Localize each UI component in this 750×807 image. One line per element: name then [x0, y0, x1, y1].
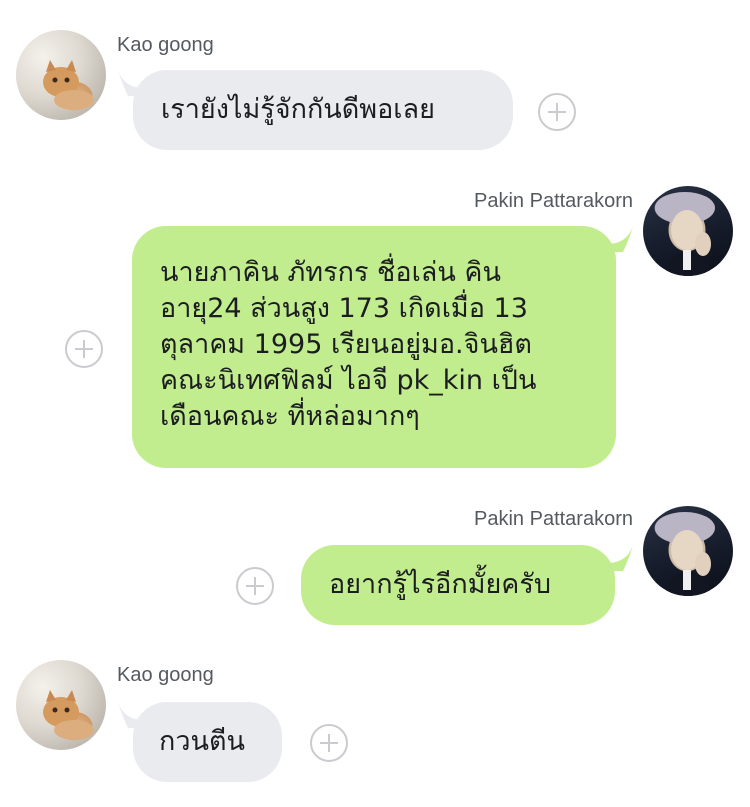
message-text: คณะนิเทศฟิลม์ ไอจี pk_kin เป็น	[160, 365, 537, 396]
message-bubble[interactable]: เรายังไม่รู้จักกันดีพอเลย	[133, 70, 513, 150]
avatar[interactable]	[16, 30, 106, 120]
message-bubble[interactable]: กวนตีน	[133, 702, 282, 782]
person-photo-icon	[655, 512, 715, 596]
message-text: เดือนคณะ ที่หล่อมากๆ	[160, 401, 420, 432]
person-photo-icon	[655, 192, 715, 276]
message-bubble[interactable]: นายภาคิน ภัทรกร ชื่อเล่น คิน อายุ24 ส่วน…	[132, 226, 616, 468]
message-text: เรายังไม่รู้จักกันดีพอเลย	[161, 94, 435, 125]
message-text: นายภาคิน ภัทรกร ชื่อเล่น คิน	[160, 257, 501, 288]
add-reaction-icon[interactable]	[538, 93, 576, 131]
message-text: กวนตีน	[159, 726, 245, 757]
avatar[interactable]	[643, 506, 733, 596]
add-reaction-icon[interactable]	[65, 330, 103, 368]
avatar[interactable]	[643, 186, 733, 276]
sender-name: Pakin Pattarakorn	[474, 508, 633, 530]
cat-photo-icon	[43, 60, 94, 110]
add-reaction-icon[interactable]	[236, 567, 274, 605]
message-text: อายุ24 ส่วนสูง 173 เกิดเมื่อ 13	[160, 293, 528, 324]
sender-name: Pakin Pattarakorn	[474, 190, 633, 212]
message-text: อยากรู้ไรอีกมั้ยครับ	[329, 569, 552, 600]
avatar[interactable]	[16, 660, 106, 750]
sender-name: Kao goong	[117, 664, 214, 686]
message-text: ตุลาคม 1995 เรียนอยู่มอ.จินฮิต	[160, 329, 532, 360]
sender-name: Kao goong	[117, 34, 214, 56]
add-reaction-icon[interactable]	[310, 724, 348, 762]
message-bubble[interactable]: อยากรู้ไรอีกมั้ยครับ	[301, 545, 615, 625]
cat-photo-icon	[43, 690, 94, 740]
